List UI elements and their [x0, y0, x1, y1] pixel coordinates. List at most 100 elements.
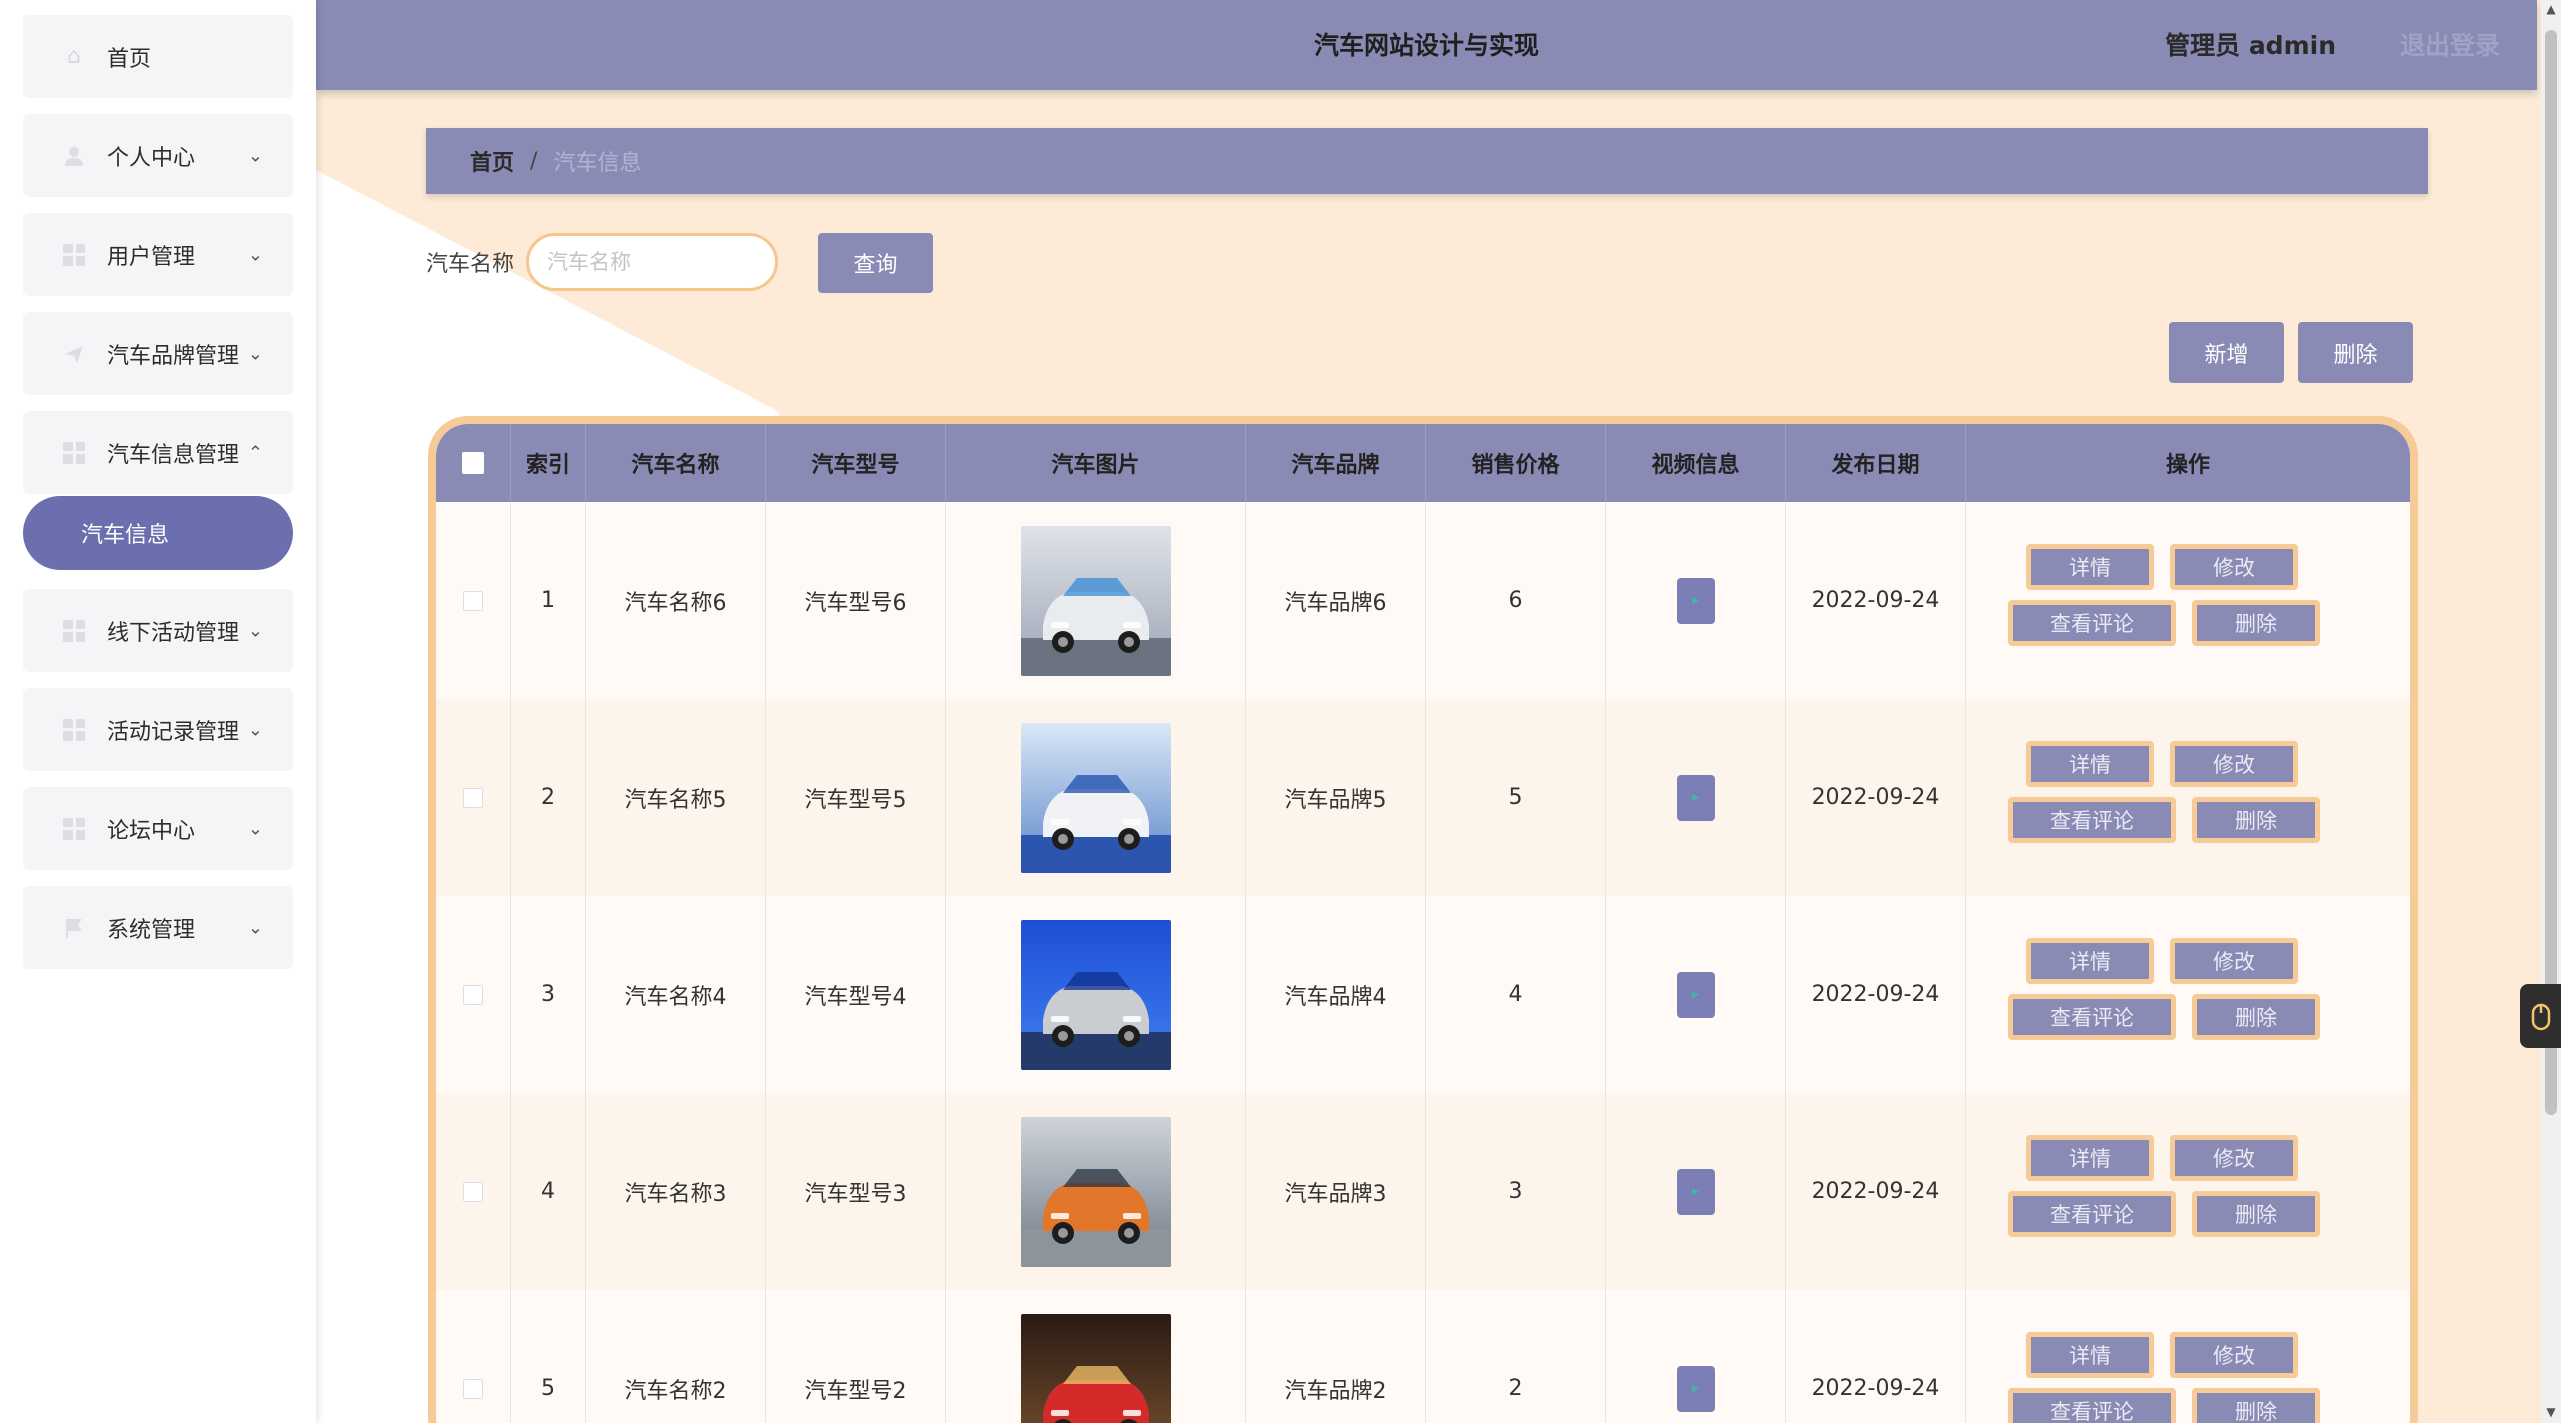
view-comments-button[interactable]: 查看评论 [2008, 1191, 2176, 1237]
scroll-down-arrow[interactable]: ▼ [2541, 1405, 2561, 1419]
cell-brand: 汽车品牌4 [1246, 896, 1426, 1093]
sidebar-item-label: 汽车品牌管理 [107, 343, 240, 369]
video-thumbnail[interactable]: ▶ [1676, 1168, 1715, 1215]
sidebar-item-brands[interactable]: 汽车品牌管理 ⌄ [23, 312, 293, 395]
sidebar-subitem-car-info[interactable]: 汽车信息 [23, 496, 293, 570]
row-select-cell [436, 699, 511, 896]
cell-date: 2022-09-24 [1786, 1290, 1966, 1423]
cell-actions: 详情 修改 查看评论 删除 [1966, 502, 2410, 699]
edit-button[interactable]: 修改 [2170, 544, 2298, 590]
delete-button[interactable]: 删除 [2192, 1388, 2320, 1423]
view-comments-button[interactable]: 查看评论 [2008, 600, 2176, 646]
search-button[interactable]: 查询 [818, 233, 933, 293]
video-thumbnail[interactable]: ▶ [1676, 1365, 1715, 1412]
logout-link[interactable]: 退出登录 [2400, 0, 2500, 92]
cell-actions: 详情 修改 查看评论 删除 [1966, 896, 2410, 1093]
detail-button[interactable]: 详情 [2026, 1332, 2154, 1378]
sidebar-item-offline-events[interactable]: 线下活动管理 ⌄ [23, 589, 293, 672]
car-image[interactable] [1020, 919, 1171, 1070]
cell-model: 汽车型号4 [766, 896, 946, 1093]
delete-button[interactable]: 删除 [2192, 1191, 2320, 1237]
sidebar-item-profile[interactable]: 个人中心 ⌄ [23, 114, 293, 197]
cell-model: 汽车型号6 [766, 502, 946, 699]
edit-button[interactable]: 修改 [2170, 1135, 2298, 1181]
cell-name: 汽车名称6 [586, 502, 766, 699]
video-thumbnail[interactable]: ▶ [1676, 971, 1715, 1018]
chevron-down-icon: ⌄ [247, 620, 263, 641]
row-checkbox[interactable] [463, 1181, 483, 1202]
cell-date: 2022-09-24 [1786, 896, 1966, 1093]
row-checkbox[interactable] [463, 787, 483, 808]
cell-date: 2022-09-24 [1786, 502, 1966, 699]
delete-button[interactable]: 删除 [2192, 797, 2320, 843]
view-comments-button[interactable]: 查看评论 [2008, 1388, 2176, 1423]
side-widget-button[interactable] [2520, 984, 2561, 1048]
row-checkbox[interactable] [463, 1378, 483, 1399]
cell-price: 5 [1426, 699, 1606, 896]
edit-button[interactable]: 修改 [2170, 938, 2298, 984]
delete-button[interactable]: 删除 [2192, 994, 2320, 1040]
car-image[interactable] [1020, 525, 1171, 676]
cell-brand: 汽车品牌2 [1246, 1290, 1426, 1423]
send-icon [61, 341, 87, 367]
search-input[interactable] [526, 233, 778, 291]
sidebar-item-car-info[interactable]: 汽车信息管理 ⌃ [23, 411, 293, 494]
sidebar-item-system[interactable]: 系统管理 ⌄ [23, 886, 293, 969]
video-thumbnail[interactable]: ▶ [1676, 577, 1715, 624]
view-comments-button[interactable]: 查看评论 [2008, 797, 2176, 843]
cell-video: ▶ [1606, 1290, 1786, 1423]
breadcrumb: 首页 / 汽车信息 [426, 128, 2428, 194]
col-name: 汽车名称 [586, 424, 766, 502]
cell-index: 3 [511, 896, 586, 1093]
batch-delete-button[interactable]: 删除 [2298, 322, 2413, 383]
row-checkbox[interactable] [463, 984, 483, 1005]
col-index: 索引 [511, 424, 586, 502]
view-comments-button[interactable]: 查看评论 [2008, 994, 2176, 1040]
sidebar-item-label: 系统管理 [107, 917, 196, 943]
edit-button[interactable]: 修改 [2170, 1332, 2298, 1378]
sidebar-item-forum[interactable]: 论坛中心 ⌄ [23, 787, 293, 870]
cell-date: 2022-09-24 [1786, 1093, 1966, 1290]
cell-model: 汽车型号5 [766, 699, 946, 896]
cell-index: 1 [511, 502, 586, 699]
flag-icon [61, 915, 87, 941]
breadcrumb-home[interactable]: 首页 [470, 145, 514, 177]
delete-button[interactable]: 删除 [2192, 600, 2320, 646]
car-image[interactable] [1020, 1313, 1171, 1423]
sidebar: ⌂ 首页 个人中心 ⌄ 用户管理 ⌄ 汽车品牌管理 ⌄ 汽车信息管理 ⌃ 汽车信… [0, 0, 316, 1423]
add-button[interactable]: 新增 [2169, 322, 2284, 383]
top-bar: 汽车网站设计与实现 管理员 admin 退出登录 [316, 0, 2537, 90]
cell-index: 4 [511, 1093, 586, 1290]
cell-actions: 详情 修改 查看评论 删除 [1966, 1290, 2410, 1423]
sidebar-item-users[interactable]: 用户管理 ⌄ [23, 213, 293, 296]
row-checkbox[interactable] [463, 590, 483, 611]
detail-button[interactable]: 详情 [2026, 1135, 2154, 1181]
select-all-cell [436, 424, 511, 502]
chevron-down-icon: ⌄ [247, 719, 263, 740]
sidebar-item-home[interactable]: ⌂ 首页 [23, 15, 293, 98]
cell-name: 汽车名称2 [586, 1290, 766, 1423]
select-all-checkbox[interactable] [462, 452, 484, 474]
grid-icon [61, 242, 87, 268]
scroll-up-arrow[interactable]: ▲ [2541, 2, 2561, 16]
col-actions: 操作 [2165, 453, 2210, 478]
cell-video: ▶ [1606, 1093, 1786, 1290]
sidebar-item-event-records[interactable]: 活动记录管理 ⌄ [23, 688, 293, 771]
table-row: 3 汽车名称4 汽车型号4 汽车品牌4 4 ▶ 2022-09-24 详情 修改… [436, 896, 2410, 1094]
vertical-scrollbar[interactable]: ▲ ▼ [2541, 0, 2561, 1423]
table-row: 5 汽车名称2 汽车型号2 汽车品牌2 2 ▶ 2022-09-24 详情 修改… [436, 1290, 2410, 1423]
detail-button[interactable]: 详情 [2026, 544, 2154, 590]
scrollbar-thumb[interactable] [2545, 30, 2557, 1115]
mouse-icon [2531, 1003, 2550, 1031]
detail-button[interactable]: 详情 [2026, 938, 2154, 984]
col-model: 汽车型号 [766, 424, 946, 502]
cell-model: 汽车型号2 [766, 1290, 946, 1423]
col-date: 发布日期 [1786, 424, 1966, 502]
edit-button[interactable]: 修改 [2170, 741, 2298, 787]
video-thumbnail[interactable]: ▶ [1676, 774, 1715, 821]
detail-button[interactable]: 详情 [2026, 741, 2154, 787]
car-image[interactable] [1020, 1116, 1171, 1267]
cell-image [946, 1093, 1246, 1290]
car-image[interactable] [1020, 722, 1171, 873]
home-icon: ⌂ [67, 44, 81, 69]
